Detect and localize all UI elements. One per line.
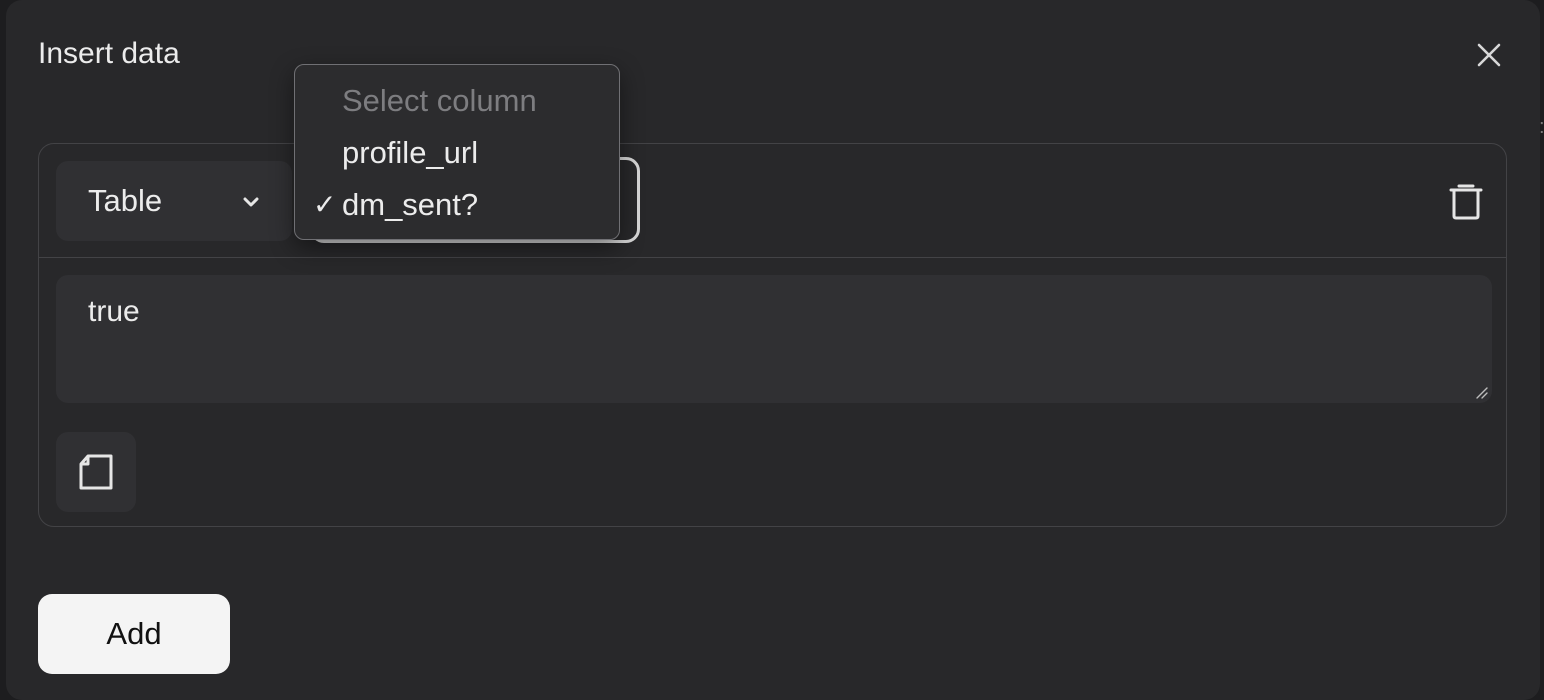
resize-grip-icon[interactable] (1474, 385, 1488, 399)
dropdown-option-dm-sent[interactable]: ✓ dm_sent? (295, 179, 619, 231)
document-icon (79, 454, 113, 490)
dropdown-option-label: dm_sent? (342, 187, 479, 222)
close-icon (1477, 43, 1501, 67)
value-text: true (88, 295, 140, 328)
table-select[interactable]: Table (56, 161, 292, 241)
table-select-label: Table (88, 183, 163, 218)
dropdown-placeholder: Select column (295, 75, 619, 127)
dialog-title: Insert data (38, 37, 180, 70)
dropdown-option-label: profile_url (342, 135, 479, 170)
insert-data-dialog: Insert data Table true Add (6, 0, 1540, 700)
trash-icon (1449, 184, 1483, 220)
document-button[interactable] (56, 432, 136, 512)
close-button[interactable] (1472, 38, 1506, 72)
column-dropdown-menu: Select column profile_url ✓ dm_sent? (294, 64, 620, 240)
delete-row-button[interactable] (1444, 179, 1488, 223)
dropdown-option-profile-url[interactable]: profile_url (295, 127, 619, 179)
value-textarea[interactable]: true (56, 275, 1492, 403)
data-row-panel: Table true (38, 143, 1507, 527)
panel-divider (39, 257, 1506, 258)
edge-fragment: : (1539, 116, 1543, 138)
chevron-down-icon (243, 197, 259, 207)
dropdown-placeholder-label: Select column (342, 83, 537, 118)
checkmark-icon: ✓ (313, 189, 337, 220)
add-button[interactable]: Add (38, 594, 230, 674)
